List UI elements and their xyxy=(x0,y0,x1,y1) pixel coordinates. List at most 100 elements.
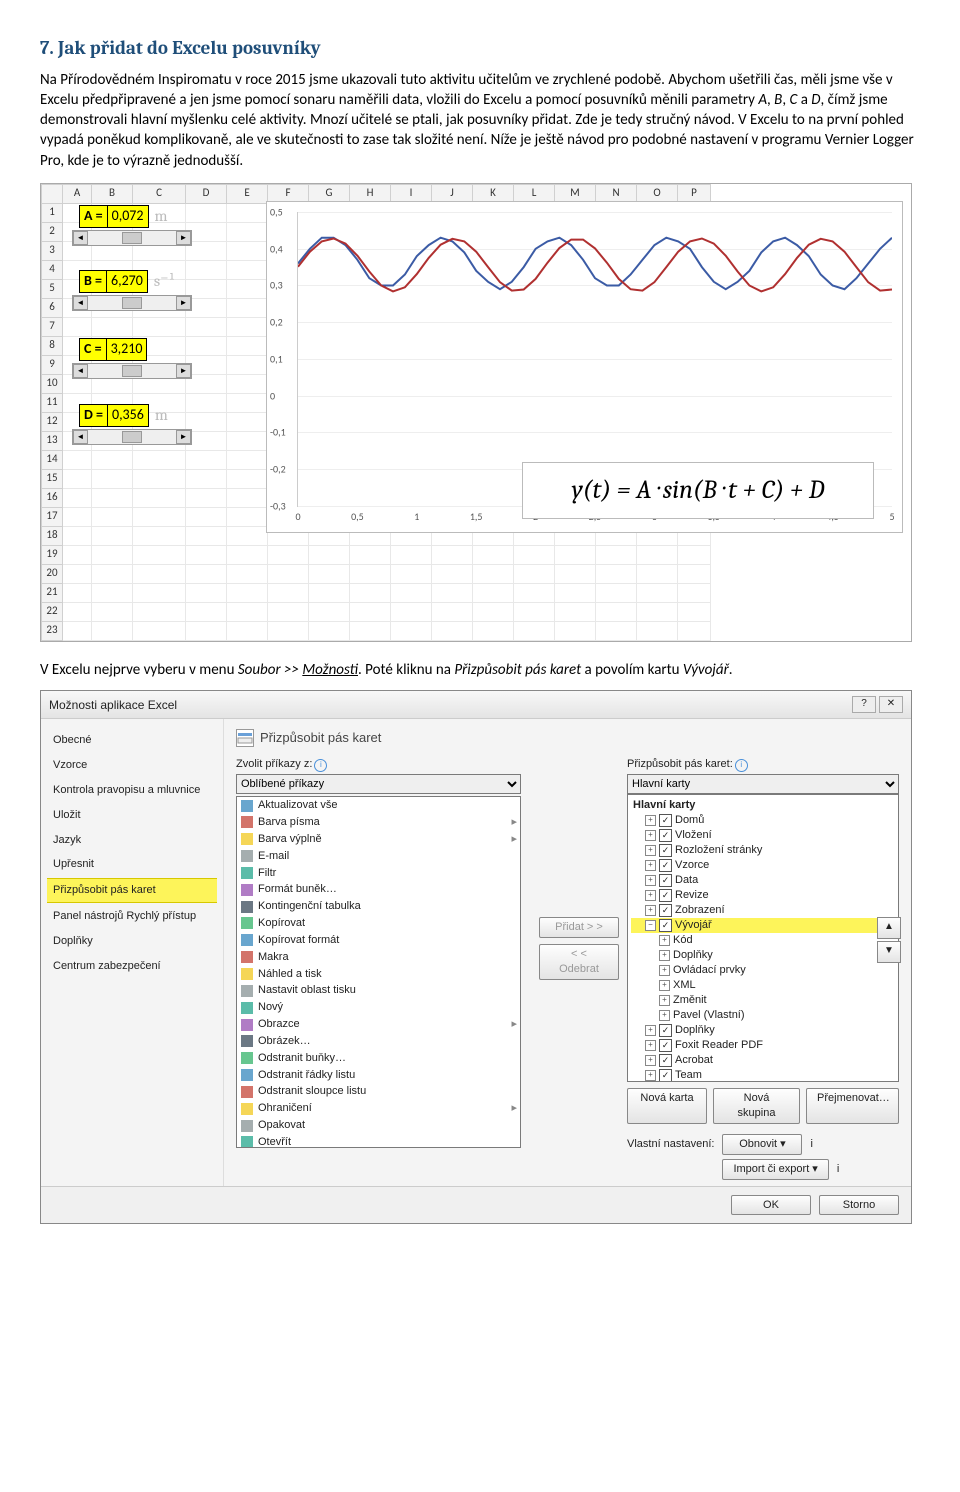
command-item[interactable]: Obrazce▸ xyxy=(237,1016,520,1033)
tree-node[interactable]: +✓Foxit Reader PDF xyxy=(631,1038,895,1053)
tree-node[interactable]: +✓Rozložení stránky xyxy=(631,843,895,858)
tree-node[interactable]: +Pavel (Vlastní) xyxy=(631,1008,895,1023)
checkbox[interactable]: ✓ xyxy=(659,1024,672,1037)
tree-node[interactable]: +✓Revize xyxy=(631,888,895,903)
import-export-button[interactable]: Import či export ▾ xyxy=(722,1159,828,1180)
move-up-button[interactable]: ▲ xyxy=(877,917,901,939)
tree-node[interactable]: +✓Vložení xyxy=(631,828,895,843)
tree-node[interactable]: +✓Team xyxy=(631,1068,895,1082)
category-item[interactable]: Uložit xyxy=(47,804,217,827)
expand-icon[interactable]: + xyxy=(659,1010,670,1021)
command-item[interactable]: Nastavit oblast tisku xyxy=(237,982,520,999)
expand-icon[interactable]: + xyxy=(659,950,670,961)
checkbox[interactable]: ✓ xyxy=(659,814,672,827)
scrollbar-B[interactable]: ◄► xyxy=(72,295,192,311)
tree-node[interactable]: +✓Doplňky xyxy=(631,1023,895,1038)
expand-icon[interactable]: + xyxy=(645,860,656,871)
tree-node[interactable]: −✓Vývojář xyxy=(631,918,895,933)
remove-button[interactable]: < < Odebrat xyxy=(539,944,619,980)
command-item[interactable]: Aktualizovat vše xyxy=(237,797,520,814)
category-item[interactable]: Obecné xyxy=(47,729,217,752)
checkbox[interactable]: ✓ xyxy=(659,859,672,872)
tree-node[interactable]: +Kód xyxy=(631,933,895,948)
expand-icon[interactable]: + xyxy=(645,1025,656,1036)
category-item[interactable]: Kontrola pravopisu a mluvnice xyxy=(47,779,217,802)
tree-node[interactable]: +✓Vzorce xyxy=(631,858,895,873)
category-list[interactable]: ObecnéVzorceKontrola pravopisu a mluvnic… xyxy=(41,719,224,1185)
command-item[interactable]: Otevřít xyxy=(237,1134,520,1148)
expand-icon[interactable]: + xyxy=(659,965,670,976)
info-icon[interactable]: i xyxy=(735,759,748,772)
checkbox[interactable]: ✓ xyxy=(659,844,672,857)
expand-icon[interactable]: + xyxy=(659,995,670,1006)
command-item[interactable]: Nový xyxy=(237,999,520,1016)
command-item[interactable]: Odstranit řádky listu xyxy=(237,1067,520,1084)
add-button[interactable]: Přidat > > xyxy=(539,917,619,938)
command-item[interactable]: Kopírovat formát xyxy=(237,932,520,949)
ribbon-combo[interactable]: Hlavní karty xyxy=(627,774,899,794)
expand-icon[interactable]: + xyxy=(645,890,656,901)
tree-node[interactable]: +Ovládací prvky xyxy=(631,963,895,978)
checkbox[interactable]: ✓ xyxy=(659,874,672,887)
command-item[interactable]: Makra xyxy=(237,949,520,966)
category-item[interactable]: Přizpůsobit pás karet xyxy=(47,878,217,903)
reset-button[interactable]: Obnovit ▾ xyxy=(722,1134,802,1155)
command-item[interactable]: Formát buněk… xyxy=(237,881,520,898)
expand-icon[interactable]: + xyxy=(659,980,670,991)
info-icon[interactable]: i xyxy=(314,759,327,772)
expand-icon[interactable]: + xyxy=(659,935,670,946)
checkbox[interactable]: ✓ xyxy=(659,1039,672,1052)
scroll-left-icon[interactable]: ◄ xyxy=(73,231,88,245)
command-item[interactable]: Filtr xyxy=(237,865,520,882)
checkbox[interactable]: ✓ xyxy=(659,1054,672,1067)
new-group-button[interactable]: Nová skupina xyxy=(713,1088,800,1124)
checkbox[interactable]: ✓ xyxy=(659,889,672,902)
expand-icon[interactable]: + xyxy=(645,1070,656,1081)
command-item[interactable]: Barva písma▸ xyxy=(237,814,520,831)
command-item[interactable]: E-mail xyxy=(237,848,520,865)
move-down-button[interactable]: ▼ xyxy=(877,941,901,963)
scrollbar-D[interactable]: ◄► xyxy=(72,429,192,445)
scrollbar-C[interactable]: ◄► xyxy=(72,363,192,379)
checkbox[interactable]: ✓ xyxy=(659,919,672,932)
tree-node[interactable]: +XML xyxy=(631,978,895,993)
expand-icon[interactable]: + xyxy=(645,845,656,856)
command-item[interactable]: Odstranit buňky… xyxy=(237,1050,520,1067)
help-icon[interactable]: ? xyxy=(852,696,876,713)
category-item[interactable]: Panel nástrojů Rychlý přístup xyxy=(47,905,217,928)
expand-icon[interactable]: + xyxy=(645,815,656,826)
command-item[interactable]: Kopírovat xyxy=(237,915,520,932)
tree-node[interactable]: +✓Acrobat xyxy=(631,1053,895,1068)
tree-node[interactable]: +✓Data xyxy=(631,873,895,888)
checkbox[interactable]: ✓ xyxy=(659,1069,672,1082)
tree-node[interactable]: +Změnit xyxy=(631,993,895,1008)
expand-icon[interactable]: + xyxy=(645,1040,656,1051)
tree-node[interactable]: +Doplňky xyxy=(631,948,895,963)
rename-button[interactable]: Přejmenovat… xyxy=(806,1088,899,1124)
info-icon[interactable]: i xyxy=(810,1137,812,1152)
info-icon[interactable]: i xyxy=(837,1162,839,1177)
close-icon[interactable]: ✕ xyxy=(879,696,903,713)
tree-node[interactable]: +✓Domů xyxy=(631,813,895,828)
checkbox[interactable]: ✓ xyxy=(659,904,672,917)
category-item[interactable]: Upřesnit xyxy=(47,853,217,876)
commands-listbox[interactable]: Aktualizovat všeBarva písma▸Barva výplně… xyxy=(236,796,521,1148)
checkbox[interactable]: ✓ xyxy=(659,829,672,842)
command-item[interactable]: Náhled a tisk xyxy=(237,966,520,983)
ribbon-tree[interactable]: Hlavní karty+✓Domů+✓Vložení+✓Rozložení s… xyxy=(627,794,899,1082)
expand-icon[interactable]: + xyxy=(645,905,656,916)
command-item[interactable]: Opakovat xyxy=(237,1117,520,1134)
ok-button[interactable]: OK xyxy=(731,1195,811,1216)
command-item[interactable]: Obrázek… xyxy=(237,1033,520,1050)
category-item[interactable]: Doplňky xyxy=(47,930,217,953)
expand-icon[interactable]: + xyxy=(645,1055,656,1066)
category-item[interactable]: Vzorce xyxy=(47,754,217,777)
command-item[interactable]: Ohraničení▸ xyxy=(237,1100,520,1117)
scrollbar-A[interactable]: ◄► xyxy=(72,230,192,246)
scroll-right-icon[interactable]: ► xyxy=(176,231,191,245)
choose-from-combo[interactable]: Oblíbené příkazy xyxy=(236,774,521,794)
tree-node[interactable]: +✓Zobrazení xyxy=(631,903,895,918)
command-item[interactable]: Odstranit sloupce listu xyxy=(237,1083,520,1100)
expand-icon[interactable]: + xyxy=(645,875,656,886)
cancel-button[interactable]: Storno xyxy=(819,1195,899,1216)
